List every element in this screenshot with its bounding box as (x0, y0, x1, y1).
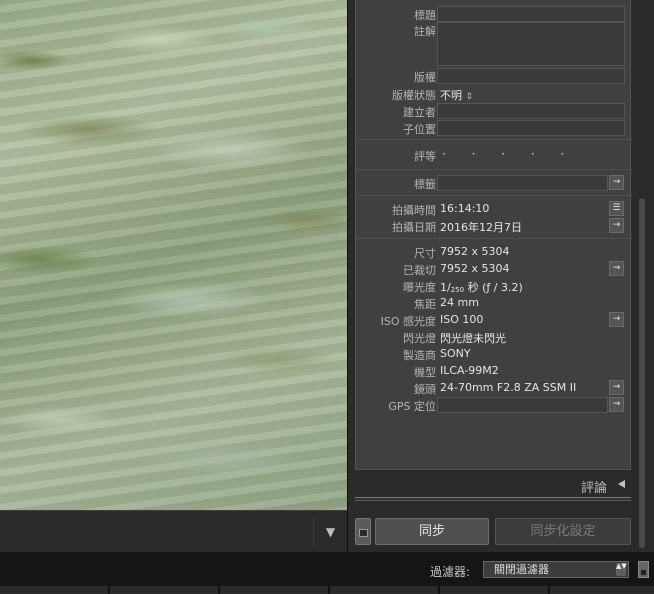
metadata-row-cropped: 已裁切 7952 x 5304 → (356, 261, 632, 278)
dimensions-value: 7952 x 5304 (440, 245, 510, 258)
focal-length-value: 24 mm (440, 296, 479, 309)
copyright-field[interactable] (437, 68, 625, 84)
metadata-panel: 標題 註解 版權 版權狀態 不明 ⇕ 建立者 子位置 評等 · · · · · (355, 0, 632, 470)
make-label: 製造商 (403, 349, 436, 362)
divider (356, 238, 632, 239)
chevron-down-icon[interactable]: ▼ (313, 517, 347, 547)
divider (356, 169, 632, 170)
divider (356, 195, 632, 196)
metadata-row-label: 標籤 → (356, 175, 632, 192)
metadata-row-rating: 評等 · · · · · (356, 147, 632, 164)
caption-label: 註解 (414, 25, 436, 38)
filter-select[interactable]: 關閉過濾器 ▲▼ (483, 561, 629, 578)
creator-label: 建立者 (403, 106, 436, 119)
filter-bar: 過濾器: 關閉過濾器 ▲▼ (0, 552, 654, 586)
sync-button[interactable]: 同步 (375, 518, 489, 545)
filter-lock-switch[interactable] (638, 561, 649, 578)
metadata-row-title: 標題 (356, 6, 632, 23)
metadata-row-model: 機型 ILCA-99M2 (356, 363, 632, 380)
title-field[interactable] (437, 6, 625, 22)
focal-length-label: 焦距 (414, 298, 436, 311)
caption-field[interactable] (437, 22, 625, 66)
flash-value: 閃光燈未閃光 (440, 332, 506, 345)
arrow-right-icon[interactable]: → (609, 261, 624, 276)
arrow-right-icon[interactable]: → (609, 218, 624, 233)
iso-label: ISO 感光度 (380, 315, 436, 328)
metadata-row-flash: 閃光燈 閃光燈未閃光 (356, 329, 632, 346)
metadata-row-copyright: 版權 (356, 68, 632, 85)
lens-label: 鏡頭 (414, 383, 436, 396)
filmstrip[interactable] (0, 586, 654, 594)
make-value: SONY (440, 347, 471, 360)
arrow-right-icon[interactable]: → (609, 312, 624, 327)
lens-value: 24-70mm F2.8 ZA SSM II (440, 381, 577, 394)
metadata-row-iso: ISO 感光度 ISO 100 → (356, 312, 632, 329)
label-field[interactable] (437, 175, 608, 191)
metadata-row-copyright-status: 版權狀態 不明 ⇕ (356, 86, 632, 103)
capture-date-label: 拍攝日期 (392, 221, 436, 234)
copyright-label: 版權 (414, 71, 436, 84)
metadata-row-focal-length: 焦距 24 mm (356, 295, 632, 312)
metadata-row-creator: 建立者 (356, 103, 632, 120)
comments-header[interactable]: 評論 (355, 472, 631, 496)
auto-sync-switch[interactable] (355, 518, 371, 545)
arrow-right-icon[interactable]: → (609, 397, 624, 412)
metadata-row-capture-date: 拍攝日期 2016年12月7日 → (356, 218, 632, 235)
rating-stars[interactable]: · · · · · (442, 147, 575, 161)
label-label: 標籤 (414, 178, 436, 191)
dimensions-label: 尺寸 (414, 247, 436, 260)
gps-field[interactable] (437, 397, 608, 413)
metadata-row-exposure: 曝光度 1/250 秒 (ƒ / 3.2) (356, 278, 632, 295)
toolbar: ▼ (0, 510, 347, 552)
arrow-right-icon[interactable]: → (609, 175, 624, 190)
flash-label: 閃光燈 (403, 332, 436, 345)
divider (356, 139, 632, 140)
metadata-row-lens: 鏡頭 24-70mm F2.8 ZA SSM II → (356, 380, 632, 397)
model-value: ILCA-99M2 (440, 364, 499, 377)
creator-field[interactable] (437, 103, 625, 119)
list-icon[interactable]: ☰ (609, 201, 624, 216)
right-panel: 標題 註解 版權 版權狀態 不明 ⇕ 建立者 子位置 評等 · · · · · (347, 0, 654, 552)
sync-row: 同步 同步化設定 (355, 516, 631, 546)
triangle-left-icon (618, 480, 625, 488)
photo-preview[interactable] (0, 0, 347, 510)
capture-date-value: 2016年12月7日 (440, 221, 522, 234)
cropped-value: 7952 x 5304 (440, 262, 510, 275)
metadata-row-caption: 註解 (356, 22, 632, 66)
model-label: 機型 (414, 366, 436, 379)
title-label: 標題 (414, 9, 436, 22)
comments-divider (355, 497, 631, 501)
metadata-row-make: 製造商 SONY (356, 346, 632, 363)
metadata-row-sublocation: 子位置 (356, 120, 632, 137)
arrow-right-icon[interactable]: → (609, 380, 624, 395)
cropped-label: 已裁切 (403, 264, 436, 277)
sync-settings-button[interactable]: 同步化設定 (495, 518, 631, 545)
gps-label: GPS 定位 (388, 400, 436, 413)
filter-label: 過濾器: (430, 565, 471, 579)
panel-scrollbar[interactable] (639, 198, 645, 548)
sublocation-label: 子位置 (403, 123, 436, 136)
exposure-label: 曝光度 (403, 281, 436, 294)
copyright-status-label: 版權狀態 (392, 89, 436, 102)
capture-time-value: 16:14:10 (440, 202, 490, 215)
capture-time-label: 拍攝時間 (392, 204, 436, 217)
exposure-value: 1/250 秒 (ƒ / 3.2) (440, 281, 523, 294)
metadata-row-gps: GPS 定位 → (356, 397, 632, 414)
metadata-row-dimensions: 尺寸 7952 x 5304 (356, 244, 632, 261)
metadata-row-capture-time: 拍攝時間 16:14:10 ☰ (356, 201, 632, 218)
updown-icon: ⇕ (465, 92, 474, 102)
iso-value: ISO 100 (440, 313, 484, 326)
rating-label: 評等 (414, 150, 436, 163)
comments-title: 評論 (580, 481, 607, 496)
copyright-status-select[interactable]: 不明 ⇕ (440, 87, 473, 103)
filter-value: 關閉過濾器 (494, 563, 549, 576)
sublocation-field[interactable] (437, 120, 625, 136)
updown-icon: ▲▼ (616, 563, 627, 576)
